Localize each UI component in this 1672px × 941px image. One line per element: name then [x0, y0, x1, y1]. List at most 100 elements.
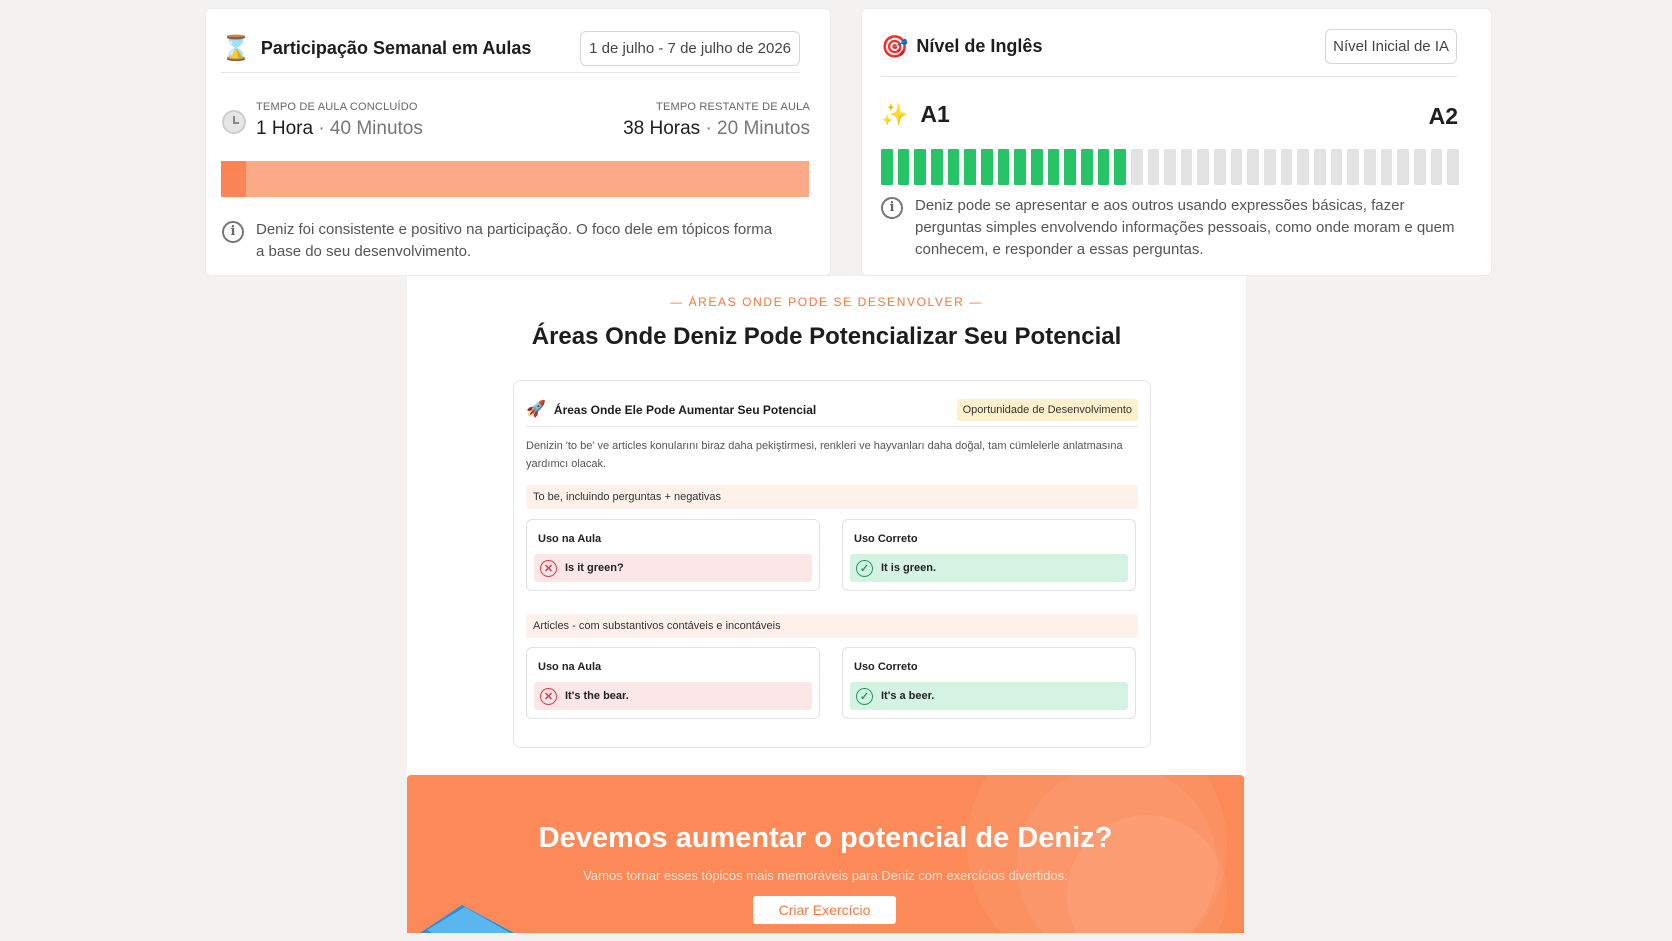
remaining-time: TEMPO RESTANTE DE AULA 38 Horas · 20 Min…: [623, 101, 810, 140]
completed-minutes: · 40 Minutos: [318, 118, 423, 139]
level-segment-empty: [1164, 149, 1176, 185]
level-segment-filled: [1080, 149, 1093, 185]
level-segment-empty: [1147, 149, 1160, 185]
date-range-selector[interactable]: 1 de julho - 7 de julho de 2026: [580, 31, 800, 66]
class-usage-card: Uso na Aula ✕ It's the bear.: [526, 647, 820, 719]
section-kicker: — ÁREAS ONDE PODE SE DESENVOLVER —: [670, 295, 983, 309]
level-segment-filled: [964, 149, 976, 185]
level-segment-filled: [1064, 149, 1076, 185]
sparkle-icon: ✨: [881, 101, 909, 127]
english-header: 🎯 Nível de Inglês Nível Inicial de IA: [881, 21, 1457, 77]
english-title: Nível de Inglês: [916, 36, 1043, 56]
level-progress-segments: [881, 149, 1459, 185]
development-card-title: Áreas Onde Ele Pode Aumentar Seu Potenci…: [553, 402, 817, 417]
correct-usage-label: Uso Correto: [854, 533, 918, 545]
class-usage-label: Uso na Aula: [538, 533, 602, 545]
english-level-card: 🎯 Nível de Inglês Nível Inicial de IA ✨ …: [861, 8, 1492, 276]
level-segment-empty: [1414, 149, 1426, 185]
topic-label: Articles - com substantivos contáveis e …: [526, 614, 1138, 638]
correct-usage-card: Uso Correto ✓ It's a beer.: [842, 647, 1136, 719]
level-from: ✨ A1: [881, 101, 950, 128]
level-segment-empty: [1264, 149, 1276, 185]
correct-example: ✓ It is green.: [850, 554, 1128, 582]
clock-icon: [222, 110, 246, 134]
level-segment-empty: [1380, 149, 1393, 185]
participation-title: Participação Semanal em Aulas: [260, 38, 532, 58]
rocket-icon: 🚀: [526, 400, 546, 418]
level-segment-filled: [1114, 149, 1126, 185]
participation-progress-bar: [221, 161, 809, 197]
development-card-header: 🚀 Áreas Onde Ele Pode Aumentar Seu Poten…: [526, 393, 1138, 427]
check-circle-icon: ✓: [856, 559, 873, 577]
correct-usage-card: Uso Correto ✓ It is green.: [842, 519, 1136, 591]
level-segment-empty: [1330, 149, 1343, 185]
level-segment-empty: [1280, 149, 1293, 185]
level-segment-filled: [1014, 149, 1026, 185]
x-circle-icon: ✕: [540, 687, 557, 705]
level-segment-empty: [1230, 149, 1243, 185]
create-exercise-button[interactable]: Criar Exercício: [753, 896, 896, 924]
level-segment-filled: [930, 149, 943, 185]
cta-banner: Devemos aumentar o potencial de Deniz? V…: [407, 775, 1244, 933]
completed-value: 1 Hora · 40 Minutos: [256, 118, 423, 140]
completed-hours: 1 Hora: [256, 118, 314, 139]
wrong-example: ✕ Is it green?: [534, 554, 812, 582]
level-segment-filled: [947, 149, 960, 185]
check-circle-icon: ✓: [856, 687, 873, 705]
remaining-hours: 38 Horas: [623, 118, 701, 139]
level-segment-empty: [1430, 149, 1443, 185]
level-segment-empty: [1447, 149, 1459, 185]
development-description: Denizin 'to be' ve articles konularını b…: [526, 440, 1123, 470]
progress-fill: [221, 161, 246, 197]
info-icon: i: [222, 221, 244, 243]
level-segment-filled: [980, 149, 993, 185]
level-segment-empty: [1247, 149, 1260, 185]
remaining-value: 38 Horas · 20 Minutos: [623, 118, 810, 140]
completed-time: TEMPO DE AULA CONCLUÍDO 1 Hora · 40 Minu…: [256, 101, 423, 140]
development-card: 🚀 Áreas Onde Ele Pode Aumentar Seu Poten…: [513, 380, 1151, 748]
remaining-minutes: · 20 Minutos: [705, 118, 810, 139]
development-section: — ÁREAS ONDE PODE SE DESENVOLVER — Áreas…: [407, 276, 1246, 776]
level-segment-filled: [1097, 149, 1110, 185]
info-icon: i: [881, 197, 903, 219]
participation-header: ⌛ Participação Semanal em Aulas 1 de jul…: [221, 29, 800, 73]
level-segment-filled: [897, 149, 910, 185]
level-segment-empty: [1197, 149, 1210, 185]
remaining-label: TEMPO RESTANTE DE AULA: [656, 101, 810, 113]
level-segment-empty: [1397, 149, 1409, 185]
correct-example: ✓ It's a beer.: [850, 682, 1128, 710]
topic-label: To be, incluindo perguntas + negativas: [526, 485, 1138, 509]
opportunity-badge: Oportunidade de Desenvolvimento: [956, 398, 1138, 421]
level-segment-empty: [1214, 149, 1226, 185]
correct-usage-label: Uso Correto: [854, 661, 918, 673]
cta-subtitle: Vamos tornar esses tópicos mais memoráve…: [583, 868, 1068, 883]
english-info: i Deniz pode se apresentar e aos outros …: [881, 195, 1466, 261]
level-to-label: A2: [1428, 103, 1458, 129]
level-segment-empty: [1364, 149, 1376, 185]
level-segment-empty: [1314, 149, 1326, 185]
english-info-text: Deniz pode se apresentar e aos outros us…: [915, 197, 1455, 258]
level-segment-filled: [1047, 149, 1060, 185]
completed-label: TEMPO DE AULA CONCLUÍDO: [256, 101, 418, 113]
correct-example-text: It is green.: [881, 562, 937, 574]
class-usage-card: Uso na Aula ✕ Is it green?: [526, 519, 820, 591]
level-segment-filled: [1030, 149, 1043, 185]
level-segment-filled: [914, 149, 926, 185]
participation-card: ⌛ Participação Semanal em Aulas 1 de jul…: [205, 8, 831, 276]
cube-illustration-icon: [420, 905, 514, 933]
level-segment-empty: [1347, 149, 1360, 185]
cta-title: Devemos aumentar o potencial de Deniz?: [538, 822, 1113, 854]
class-usage-label: Uso na Aula: [538, 661, 602, 673]
level-segment-empty: [1180, 149, 1193, 185]
level-from-label: A1: [920, 101, 950, 127]
participation-info-text: Deniz foi consistente e positivo na part…: [256, 221, 773, 260]
hourglass-icon: ⌛: [221, 34, 251, 62]
level-segment-filled: [997, 149, 1010, 185]
target-icon: 🎯: [881, 33, 909, 59]
level-badge[interactable]: Nível Inicial de IA: [1325, 29, 1457, 64]
participation-info: i Deniz foi consistente e positivo na pa…: [222, 219, 782, 263]
section-title: Áreas Onde Deniz Pode Potencializar Seu …: [531, 323, 1122, 350]
wrong-example: ✕ It's the bear.: [534, 682, 812, 710]
correct-example-text: It's a beer.: [881, 690, 935, 702]
level-segment-filled: [881, 149, 893, 185]
